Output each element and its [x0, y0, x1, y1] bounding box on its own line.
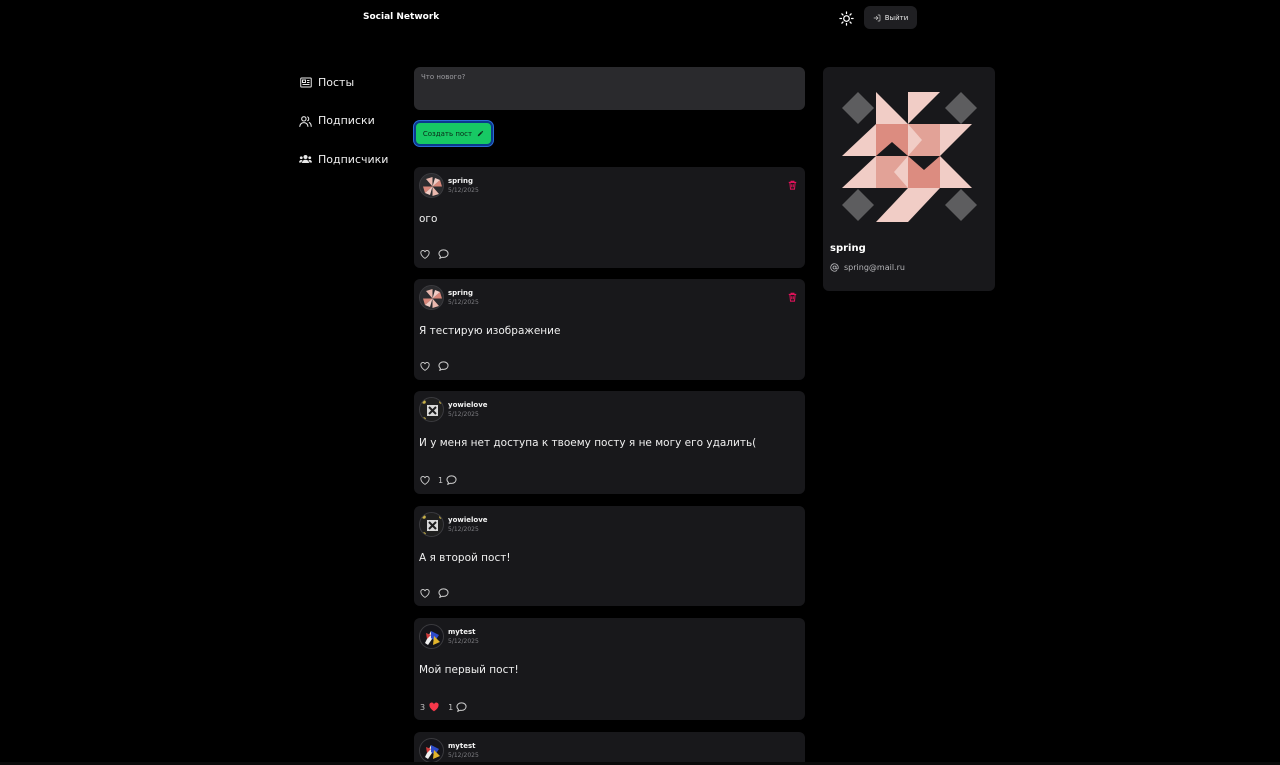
- post-actions: 3 1: [420, 702, 467, 712]
- avatar[interactable]: [419, 173, 444, 198]
- post-date: 5/12/2025: [448, 638, 479, 645]
- logout-label: Выйти: [884, 13, 909, 22]
- post-card: spring 5/12/2025 Я тестирую изображение: [414, 279, 805, 380]
- post-content: И у меня нет доступа к твоему посту я не…: [419, 437, 757, 449]
- post-card: mytest 5/12/2025: [414, 732, 805, 765]
- comment-icon: [438, 361, 449, 371]
- post-actions: [420, 588, 449, 598]
- like-button[interactable]: [420, 249, 430, 259]
- like-count: 3: [420, 702, 426, 712]
- post-content: Я тестирую изображение: [419, 325, 561, 337]
- avatar[interactable]: [419, 397, 444, 422]
- at-icon: [830, 263, 839, 272]
- trash-icon[interactable]: [788, 180, 797, 190]
- new-post-input[interactable]: [421, 73, 798, 104]
- comment-icon: [438, 249, 449, 259]
- avatar[interactable]: [419, 285, 444, 310]
- sun-icon: [838, 10, 854, 26]
- like-button[interactable]: 3: [420, 702, 440, 712]
- post-date: 5/12/2025: [448, 299, 479, 306]
- like-button[interactable]: [420, 588, 430, 598]
- logout-button[interactable]: Выйти: [864, 6, 917, 29]
- comment-icon: [456, 702, 467, 712]
- sidebar-item-following[interactable]: Подписки: [299, 111, 399, 131]
- post-author[interactable]: yowielove: [448, 516, 488, 524]
- post-composer: [414, 67, 805, 110]
- avatar[interactable]: [419, 624, 444, 649]
- users-solid-icon: [299, 153, 312, 166]
- profile-email: spring@mail.ru: [830, 263, 905, 272]
- users-outline-icon: [299, 114, 312, 127]
- post-date: 5/12/2025: [448, 187, 479, 194]
- post-author[interactable]: spring: [448, 289, 473, 297]
- profile-avatar: [842, 92, 977, 222]
- post-content: ого: [419, 213, 438, 225]
- top-navbar: Social Network Выйти: [0, 0, 1280, 36]
- post-author[interactable]: spring: [448, 177, 473, 185]
- heart-icon: [420, 475, 430, 485]
- post-content: Мой первый пост!: [419, 664, 519, 676]
- comment-icon: [446, 475, 457, 485]
- comment-button[interactable]: [438, 588, 449, 598]
- comment-button[interactable]: 1: [448, 702, 467, 712]
- post-card: yowielove 5/12/2025 И у меня нет доступа…: [414, 391, 805, 494]
- heart-icon: [420, 588, 430, 598]
- sidebar-item-followers[interactable]: Подписчики: [299, 149, 399, 169]
- profile-card: spring spring@mail.ru: [823, 67, 995, 291]
- post-author[interactable]: mytest: [448, 742, 475, 750]
- trash-icon[interactable]: [788, 292, 797, 302]
- sidebar-item-label: Подписки: [318, 114, 375, 127]
- post-actions: [420, 361, 449, 371]
- comment-button[interactable]: 1: [438, 475, 457, 485]
- post-actions: 1: [420, 475, 457, 485]
- sidebar-item-posts[interactable]: Посты: [299, 72, 399, 92]
- avatar[interactable]: [419, 738, 444, 763]
- post-actions: [420, 249, 449, 259]
- post-date: 5/12/2025: [448, 411, 479, 418]
- heart-filled-icon: [429, 702, 439, 712]
- sidebar-item-label: Посты: [318, 75, 355, 89]
- newspaper-icon: [299, 76, 312, 89]
- post-card: yowielove 5/12/2025 А я второй пост!: [414, 506, 805, 606]
- post-date: 5/12/2025: [448, 752, 479, 759]
- sidebar: Посты Подписки Подписчики: [299, 72, 399, 188]
- heart-icon: [420, 361, 430, 371]
- brand-title[interactable]: Social Network: [363, 12, 439, 22]
- post-content: А я второй пост!: [419, 552, 511, 564]
- pencil-icon: [478, 130, 484, 137]
- create-post-button[interactable]: Создать пост: [414, 121, 493, 146]
- profile-email-text: spring@mail.ru: [844, 263, 905, 272]
- comment-count: 1: [438, 475, 444, 485]
- like-button[interactable]: [420, 475, 430, 485]
- post-author[interactable]: yowielove: [448, 401, 488, 409]
- like-button[interactable]: [420, 361, 430, 371]
- comment-count: 1: [448, 702, 454, 712]
- theme-toggle-button[interactable]: [838, 10, 854, 26]
- comment-button[interactable]: [438, 361, 449, 371]
- logout-icon: [873, 14, 881, 21]
- avatar[interactable]: [419, 512, 444, 537]
- comment-icon: [438, 588, 449, 598]
- profile-name: spring: [830, 243, 866, 254]
- comment-button[interactable]: [438, 249, 449, 259]
- heart-icon: [420, 249, 430, 259]
- post-card: spring 5/12/2025 ого: [414, 167, 805, 268]
- post-author[interactable]: mytest: [448, 628, 475, 636]
- create-post-label: Создать пост: [422, 129, 473, 138]
- post-card: mytest 5/12/2025 Мой первый пост! 3 1: [414, 618, 805, 720]
- post-date: 5/12/2025: [448, 526, 479, 533]
- sidebar-item-label: Подписчики: [318, 152, 389, 166]
